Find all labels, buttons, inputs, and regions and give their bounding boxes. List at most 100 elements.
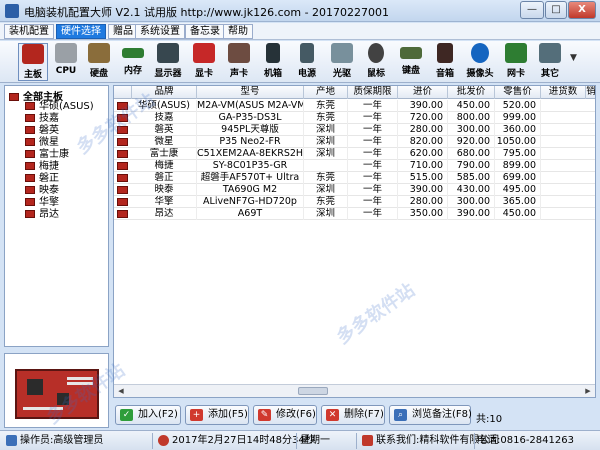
tree-item-onda[interactable]: 昂达	[25, 209, 59, 221]
new-item-button[interactable]: + 添加(F5)	[185, 405, 249, 425]
horizontal-scrollbar[interactable]: ◀ ▶	[114, 384, 595, 397]
table-cell: 一年	[348, 184, 398, 196]
table-row[interactable]: 富士康 C51XEM2AA-8EKRS2H 深圳 一年 620.00 680.00 795.…	[114, 148, 595, 160]
tool-harddisk[interactable]: 硬盘	[84, 43, 114, 81]
keyboard-icon	[400, 47, 422, 59]
row-motherboard-icon	[117, 186, 128, 194]
table-cell: 磐正	[132, 172, 197, 184]
tool-graphics-card[interactable]: 显卡	[189, 43, 219, 81]
edit-item-button[interactable]: ✎ 修改(F6)	[253, 405, 317, 425]
tree-item-asus[interactable]: 华硕(ASUS)	[25, 101, 94, 113]
table-cell: 技嘉	[132, 112, 197, 124]
graphics-card-icon	[193, 43, 215, 63]
table-cell: 945PL天尊版	[197, 124, 304, 136]
scroll-left-icon[interactable]: ◀	[115, 386, 127, 396]
scroll-thumb[interactable]	[298, 387, 328, 395]
tree-item-soyo[interactable]: 梅捷	[25, 161, 59, 173]
tree-item-gigabyte[interactable]: 技嘉	[25, 113, 59, 125]
maximize-button[interactable]: □	[545, 1, 567, 19]
brand-icon	[25, 162, 35, 170]
tool-memory[interactable]: 内存	[118, 43, 148, 81]
tool-sound-card[interactable]: 声卡	[224, 43, 254, 81]
tool-monitor[interactable]: 显示器	[153, 43, 183, 81]
tab-hardware-select[interactable]: 硬件选择	[56, 24, 106, 39]
table-cell: M2A-VM(ASUS M2A-VM)	[197, 100, 304, 112]
tool-webcam[interactable]: 摄像头	[465, 43, 495, 81]
column-header[interactable]: 销	[586, 86, 595, 99]
tab-memo[interactable]: 备忘录	[185, 24, 225, 39]
tool-case[interactable]: 机箱	[258, 43, 288, 81]
column-header[interactable]: 进货数	[541, 86, 586, 99]
tab-help[interactable]: 帮助	[223, 24, 253, 39]
add-to-config-button[interactable]: ✓ 加入(F2)	[115, 405, 181, 425]
column-header[interactable]: 零售价	[495, 86, 541, 99]
table-row[interactable]: 磐英 945PL天尊版 深圳 一年 280.00 300.00 360.00	[114, 124, 595, 136]
tree-item-asrock[interactable]: 华擎	[25, 197, 59, 209]
tab-gifts[interactable]: 赠品	[108, 24, 138, 39]
tool-keyboard[interactable]: 键盘	[396, 43, 426, 81]
table-row[interactable]: 华擎 ALiveNF7G-HD720p 东莞 一年 280.00 300.00 365.00	[114, 196, 595, 208]
table-cell: 一年	[348, 196, 398, 208]
toolbar-more-chevron-icon[interactable]: ▼	[570, 53, 577, 63]
tree-item-msi[interactable]: 微星	[25, 137, 59, 149]
table-cell: A69T	[197, 208, 304, 220]
table-cell: 520.00	[495, 100, 541, 112]
view-notes-button[interactable]: ⌕ 浏览备注(F8)	[389, 405, 472, 425]
status-weekday: 星期一	[300, 435, 330, 446]
tool-optical-drive[interactable]: 光驱	[327, 43, 357, 81]
tool-network-card[interactable]: 网卡	[501, 43, 531, 81]
table-cell: 一年	[348, 124, 398, 136]
tool-speaker[interactable]: 音箱	[430, 43, 460, 81]
column-header[interactable]: 进价	[398, 86, 448, 99]
delete-item-button[interactable]: ✕ 删除(F7)	[321, 405, 385, 425]
table-header: 品牌 型号 产地 质保期限 进价 批发价 零售价 进货数 销	[114, 86, 595, 99]
table-cell: 富士康	[132, 148, 197, 160]
tree-folder-icon	[9, 93, 19, 101]
close-button[interactable]: X	[568, 1, 596, 19]
table-row[interactable]: 映泰 TA690G M2 深圳 一年 390.00 430.00 495.00	[114, 184, 595, 196]
table-cell: 920.00	[448, 136, 495, 148]
action-bar: ✓ 加入(F2) + 添加(F5) ✎ 修改(F6) ✕ 删除(F7) ⌕ 浏览备注(F8…	[113, 403, 596, 427]
column-header[interactable]: 质保期限	[348, 86, 398, 99]
table-cell: 1050.00	[495, 136, 541, 148]
table-cell: 映泰	[132, 184, 197, 196]
table-cell: 515.00	[398, 172, 448, 184]
tool-other[interactable]: 其它	[535, 43, 565, 81]
tool-power-supply[interactable]: 电源	[292, 43, 322, 81]
tree-item-supox[interactable]: 磐正	[25, 173, 59, 185]
tree-item-epox[interactable]: 磐英	[25, 125, 59, 137]
table-row[interactable]: 昂达 A69T 深圳 一年 350.00 390.00 450.00	[114, 208, 595, 220]
table-row[interactable]: 梅捷 SY-8C01P35-GR 一年 710.00 790.00 899.00	[114, 160, 595, 172]
table-cell: 280.00	[398, 124, 448, 136]
table-row[interactable]: 磐正 超磐手AF570T+ Ultra 东莞 一年 515.00 585.00 699.00	[114, 172, 595, 184]
row-motherboard-icon	[117, 174, 128, 182]
tree-item-foxconn[interactable]: 富士康	[25, 149, 69, 161]
minimize-button[interactable]: —	[520, 1, 544, 19]
contact-icon	[362, 434, 373, 446]
brand-icon	[25, 210, 35, 218]
table-row[interactable]: 微星 P35 Neo2-FR 深圳 一年 820.00 920.00 1050.00	[114, 136, 595, 148]
column-header[interactable]: 批发价	[448, 86, 495, 99]
table-cell: 699.00	[495, 172, 541, 184]
tool-cpu[interactable]: CPU	[51, 43, 81, 81]
row-motherboard-icon	[117, 162, 128, 170]
column-header[interactable]: 品牌	[132, 86, 197, 99]
table-cell: 深圳	[304, 208, 348, 220]
mouse-icon	[368, 43, 384, 63]
tree-item-biostar[interactable]: 映泰	[25, 185, 59, 197]
table-row[interactable]: 技嘉 GA-P35-DS3L 东莞 一年 720.00 800.00 999.00	[114, 112, 595, 124]
sound-card-icon	[228, 43, 250, 63]
tab-system-settings[interactable]: 系统设置	[135, 24, 185, 39]
table-cell: 300.00	[448, 124, 495, 136]
table-cell: C51XEM2AA-8EKRS2H	[197, 148, 304, 160]
table-cell: 390.00	[398, 184, 448, 196]
tool-mouse[interactable]: 鼠标	[361, 43, 391, 81]
column-header[interactable]: 产地	[304, 86, 348, 99]
table-row[interactable]: 华硕(ASUS) M2A-VM(ASUS M2A-VM) 东莞 一年 390.00 450…	[114, 100, 595, 112]
tab-assembly-config[interactable]: 装机配置	[4, 24, 54, 39]
column-header[interactable]: 型号	[197, 86, 304, 99]
check-icon: ✓	[120, 409, 133, 421]
scroll-right-icon[interactable]: ▶	[582, 386, 594, 396]
table-cell: 795.00	[495, 148, 541, 160]
tool-motherboard[interactable]: 主板	[18, 43, 48, 81]
